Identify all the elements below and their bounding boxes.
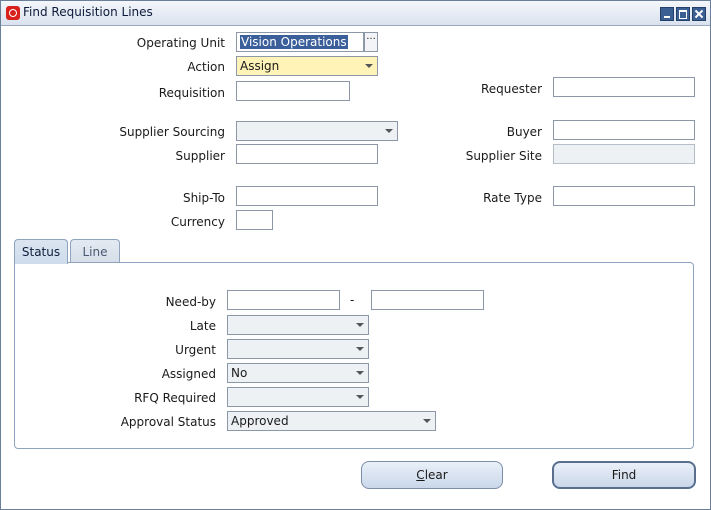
ship-to-label: Ship-To (182, 191, 225, 205)
operating-unit-field[interactable]: Vision Operations (236, 32, 364, 52)
tab-status[interactable]: Status (14, 239, 68, 264)
requisition-field[interactable] (236, 81, 350, 101)
urgent-label: Urgent (175, 343, 216, 357)
maximize-icon[interactable] (676, 7, 690, 21)
window-title: Find Requisition Lines (23, 5, 153, 19)
approval-status-value: Approved (231, 414, 289, 428)
buyer-field[interactable] (553, 120, 695, 140)
rfq-required-label: RFQ Required (134, 391, 216, 405)
action-value: Assign (240, 59, 280, 73)
chevron-down-icon (365, 64, 373, 68)
urgent-dropdown[interactable] (227, 339, 369, 359)
action-dropdown[interactable]: Assign (236, 56, 378, 76)
title-bar: Find Requisition Lines (1, 1, 710, 26)
assigned-dropdown[interactable]: No (227, 363, 369, 383)
chevron-down-icon (356, 371, 364, 375)
supplier-label: Supplier (175, 149, 225, 163)
clear-mnemonic: C (416, 468, 425, 482)
tab-line[interactable]: Line (70, 239, 120, 263)
chevron-down-icon (423, 419, 431, 423)
chevron-down-icon (356, 323, 364, 327)
chevron-down-icon (356, 347, 364, 351)
requester-field[interactable] (553, 77, 695, 97)
assigned-label: Assigned (161, 367, 216, 381)
operating-unit-label: Operating Unit (136, 36, 225, 50)
need-by-to-field[interactable] (371, 290, 484, 310)
ship-to-field[interactable] (236, 186, 378, 206)
find-button[interactable]: Find (552, 461, 696, 489)
close-icon[interactable] (692, 7, 706, 21)
requester-label: Requester (480, 82, 542, 96)
rfq-required-dropdown[interactable] (227, 387, 369, 407)
operating-unit-value: Vision Operations (240, 35, 348, 49)
rate-type-field[interactable] (553, 186, 695, 206)
supplier-site-label: Supplier Site (465, 149, 542, 163)
buyer-label: Buyer (506, 125, 542, 139)
minimize-icon[interactable] (660, 7, 674, 21)
chevron-down-icon (356, 395, 364, 399)
supplier-site-field (553, 144, 695, 164)
assigned-value: No (231, 366, 248, 380)
action-label: Action (187, 60, 225, 74)
approval-status-label: Approval Status (120, 415, 216, 429)
clear-button[interactable]: Clear (361, 461, 503, 489)
oracle-app-icon (6, 6, 20, 20)
approval-status-dropdown[interactable]: Approved (227, 411, 436, 431)
chevron-down-icon (385, 129, 393, 133)
currency-label: Currency (170, 215, 225, 229)
rate-type-label: Rate Type (483, 191, 542, 205)
late-dropdown[interactable] (227, 315, 369, 335)
need-by-from-field[interactable] (227, 290, 340, 310)
need-by-label: Need-by (165, 295, 216, 309)
operating-unit-lov-button[interactable]: ··· (364, 32, 378, 52)
currency-field[interactable] (236, 210, 273, 230)
supplier-sourcing-label: Supplier Sourcing (119, 125, 225, 139)
late-label: Late (189, 319, 216, 333)
clear-label: lear (424, 468, 448, 482)
need-by-separator: - (350, 293, 355, 307)
supplier-field[interactable] (236, 144, 378, 164)
requisition-label: Requisition (158, 86, 225, 100)
supplier-sourcing-dropdown[interactable] (236, 121, 398, 141)
